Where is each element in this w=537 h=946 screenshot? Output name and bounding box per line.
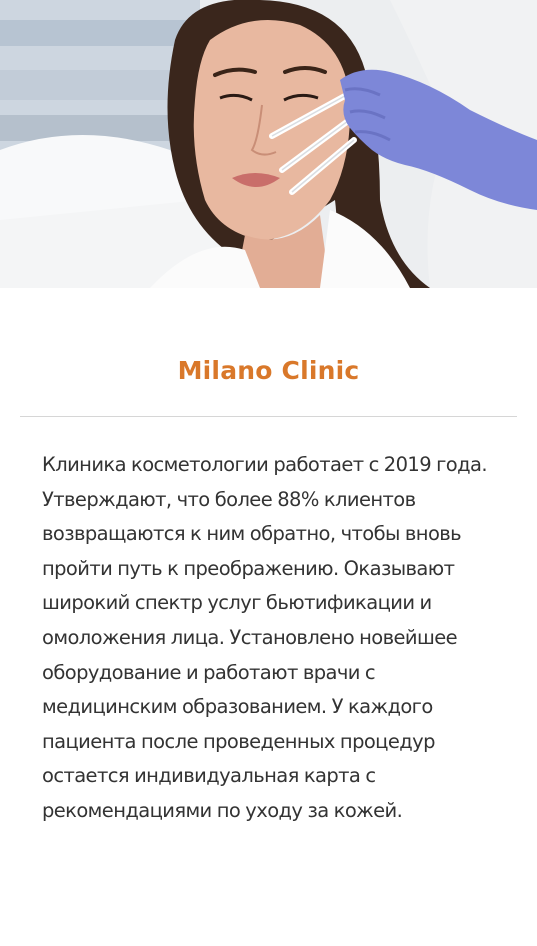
clinic-description: Клиника косметологии работает с 2019 год… — [42, 453, 488, 822]
clinic-name: Milano Clinic — [177, 356, 360, 385]
hero-photo — [0, 0, 537, 288]
clinic-card: Milano Clinic Клиника косметологии работ… — [0, 0, 537, 946]
divider — [20, 416, 517, 417]
